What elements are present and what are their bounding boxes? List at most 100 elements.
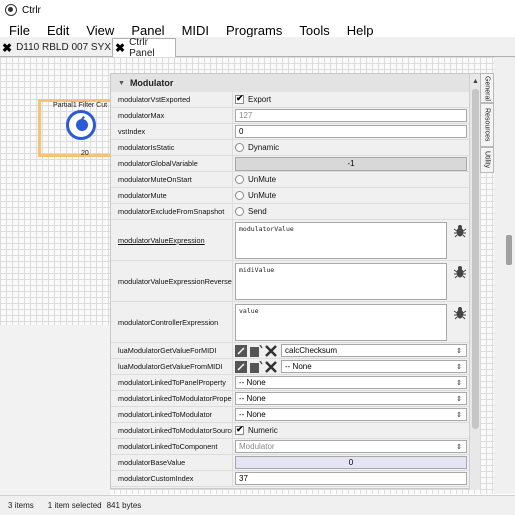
tab-resources[interactable]: Resources bbox=[480, 103, 494, 147]
menu-help[interactable]: Help bbox=[347, 23, 374, 38]
radio-button[interactable] bbox=[235, 207, 244, 216]
property-label: modulatorExcludeFromSnapshot bbox=[111, 204, 233, 220]
custom-index-input[interactable]: 37 bbox=[235, 472, 467, 485]
property-side-tabs: General Resources Utility bbox=[480, 73, 494, 193]
value-expression-reverse-editor[interactable]: midiValue bbox=[235, 263, 447, 300]
checkbox[interactable]: ✔ bbox=[235, 424, 244, 435]
property-row: modulatorMuteOnStart UnMute bbox=[111, 172, 469, 188]
lua-from-midi-select[interactable]: -- None ⇕ bbox=[281, 360, 467, 373]
mute-radio[interactable]: UnMute bbox=[235, 191, 276, 200]
debug-bug-icon[interactable] bbox=[453, 306, 467, 320]
tab-utility[interactable]: Utility bbox=[480, 147, 494, 173]
radio-label: UnMute bbox=[248, 175, 277, 184]
property-row: modulatorGlobalVariable -1 bbox=[111, 156, 469, 172]
radio-button[interactable] bbox=[235, 175, 244, 184]
linked-modulator-property-select[interactable]: -- None ⇕ bbox=[235, 392, 467, 405]
property-label: modulatorCustomIndex bbox=[111, 471, 233, 487]
right-scroll-area bbox=[494, 57, 515, 494]
check-icon: ✔ bbox=[236, 424, 244, 434]
dynamic-radio[interactable]: Dynamic bbox=[235, 143, 279, 152]
property-label: modulatorVstExported bbox=[111, 92, 233, 108]
property-label: modulatorLinkedToComponent bbox=[111, 439, 233, 455]
tab-d110-rbld[interactable]: ✖ D110 RBLD 007 SYX bbox=[0, 38, 112, 57]
radio-button[interactable] bbox=[235, 143, 244, 152]
property-row: modulatorValueExpression modulatorValue bbox=[111, 220, 469, 261]
tab-general[interactable]: General bbox=[480, 73, 494, 103]
menu-programs[interactable]: Programs bbox=[226, 23, 282, 38]
canvas-scrollbar-thumb[interactable] bbox=[506, 235, 512, 265]
property-row: modulatorControllerExpression value bbox=[111, 302, 469, 343]
properties-scrollbar[interactable]: ▲ bbox=[469, 74, 480, 490]
select-value: -- None bbox=[239, 378, 266, 387]
menu-view[interactable]: View bbox=[86, 23, 114, 38]
property-label: modulatorMuteOnStart bbox=[111, 172, 233, 188]
new-method-icon[interactable] bbox=[250, 344, 264, 357]
updown-arrows-icon: ⇕ bbox=[456, 363, 462, 371]
edit-pencil-icon[interactable] bbox=[235, 344, 249, 357]
collapse-triangle-icon[interactable]: ▼ bbox=[118, 80, 125, 87]
menu-tools[interactable]: Tools bbox=[299, 23, 329, 38]
property-row: vstIndex 0 bbox=[111, 124, 469, 140]
numeric-checkbox[interactable]: ✔ Numeric bbox=[235, 424, 278, 435]
checkbox[interactable]: ✔ bbox=[235, 93, 244, 104]
select-value: Modulator bbox=[239, 442, 275, 451]
vst-index-input[interactable]: 0 bbox=[235, 125, 467, 138]
clear-x-icon[interactable] bbox=[265, 360, 277, 373]
property-label: modulatorLinkedToModulatorSource bbox=[111, 423, 233, 439]
send-radio[interactable]: Send bbox=[235, 207, 267, 216]
updown-arrows-icon: ⇕ bbox=[456, 443, 462, 451]
property-label: modulatorMute bbox=[111, 188, 233, 204]
modulator-section-header[interactable]: ▼ Modulator bbox=[111, 74, 469, 92]
menu-midi[interactable]: MIDI bbox=[182, 23, 209, 38]
scrollbar-thumb[interactable] bbox=[472, 89, 479, 429]
controller-expression-editor[interactable]: value bbox=[235, 304, 447, 341]
lua-for-midi-select[interactable]: calcChecksum ⇕ bbox=[281, 344, 467, 357]
export-checkbox[interactable]: ✔ Export bbox=[235, 93, 271, 104]
close-icon[interactable]: ✖ bbox=[115, 41, 125, 55]
property-label: luaModulatorGetValueForMIDI bbox=[111, 343, 233, 359]
menu-panel[interactable]: Panel bbox=[131, 23, 164, 38]
property-row: modulatorBaseValue 0 bbox=[111, 455, 469, 471]
debug-bug-icon[interactable] bbox=[453, 224, 467, 238]
base-value-slider[interactable]: 0 bbox=[235, 456, 467, 469]
radio-label: Dynamic bbox=[248, 143, 280, 152]
status-bar: 3 items 1 item selected 841 bytes bbox=[0, 495, 515, 515]
linked-modulator-select[interactable]: -- None ⇕ bbox=[235, 408, 467, 421]
property-row: modulatorMute UnMute bbox=[111, 188, 469, 204]
tab-ctrlr-panel[interactable]: ✖ Ctrlr Panel bbox=[112, 37, 176, 59]
checkbox-label: Numeric bbox=[248, 426, 278, 435]
clear-x-icon[interactable] bbox=[265, 344, 277, 357]
scroll-up-icon[interactable]: ▲ bbox=[472, 78, 479, 85]
property-label: vstIndex bbox=[111, 124, 233, 140]
tab-label: D110 RBLD 007 SYX bbox=[16, 42, 111, 53]
close-icon[interactable]: ✖ bbox=[2, 41, 12, 55]
new-method-icon[interactable] bbox=[250, 360, 264, 373]
knob-icon[interactable] bbox=[66, 110, 96, 140]
property-row: modulatorVstExported ✔ Export bbox=[111, 92, 469, 108]
property-row: modulatorLinkedToModulator -- None ⇕ bbox=[111, 407, 469, 423]
property-label: modulatorMax bbox=[111, 108, 233, 124]
property-label: modulatorValueExpression bbox=[111, 220, 233, 261]
modulator-component[interactable]: Partial1 Filter Cut 20 bbox=[38, 99, 118, 157]
linked-panel-property-select[interactable]: -- None ⇕ bbox=[235, 376, 467, 389]
select-value: -- None bbox=[239, 410, 266, 419]
menu-edit[interactable]: Edit bbox=[47, 23, 69, 38]
menu-file[interactable]: File bbox=[9, 23, 30, 38]
value-expression-editor[interactable]: modulatorValue bbox=[235, 222, 447, 259]
updown-arrows-icon: ⇕ bbox=[456, 347, 462, 355]
property-label: modulatorGlobalVariable bbox=[111, 156, 233, 172]
max-input[interactable]: 127 bbox=[235, 109, 467, 122]
property-label: modulatorBaseValue bbox=[111, 455, 233, 471]
debug-bug-icon[interactable] bbox=[453, 265, 467, 279]
edit-pencil-icon[interactable] bbox=[235, 360, 249, 373]
property-row: luaModulatorGetValueFromMIDI -- None ⇕ bbox=[111, 359, 469, 375]
global-variable-button[interactable]: -1 bbox=[235, 156, 467, 171]
section-title: Modulator bbox=[129, 78, 174, 88]
linked-component-select[interactable]: Modulator ⇕ bbox=[235, 440, 467, 453]
mute-on-start-radio[interactable]: UnMute bbox=[235, 175, 276, 184]
property-label: modulatorValueExpressionReverse bbox=[111, 261, 233, 302]
radio-label: UnMute bbox=[248, 191, 277, 200]
component-label: Partial1 Filter Cut bbox=[53, 102, 108, 109]
property-row: modulatorValueExpressionReverse midiValu… bbox=[111, 261, 469, 302]
radio-button[interactable] bbox=[235, 191, 244, 200]
